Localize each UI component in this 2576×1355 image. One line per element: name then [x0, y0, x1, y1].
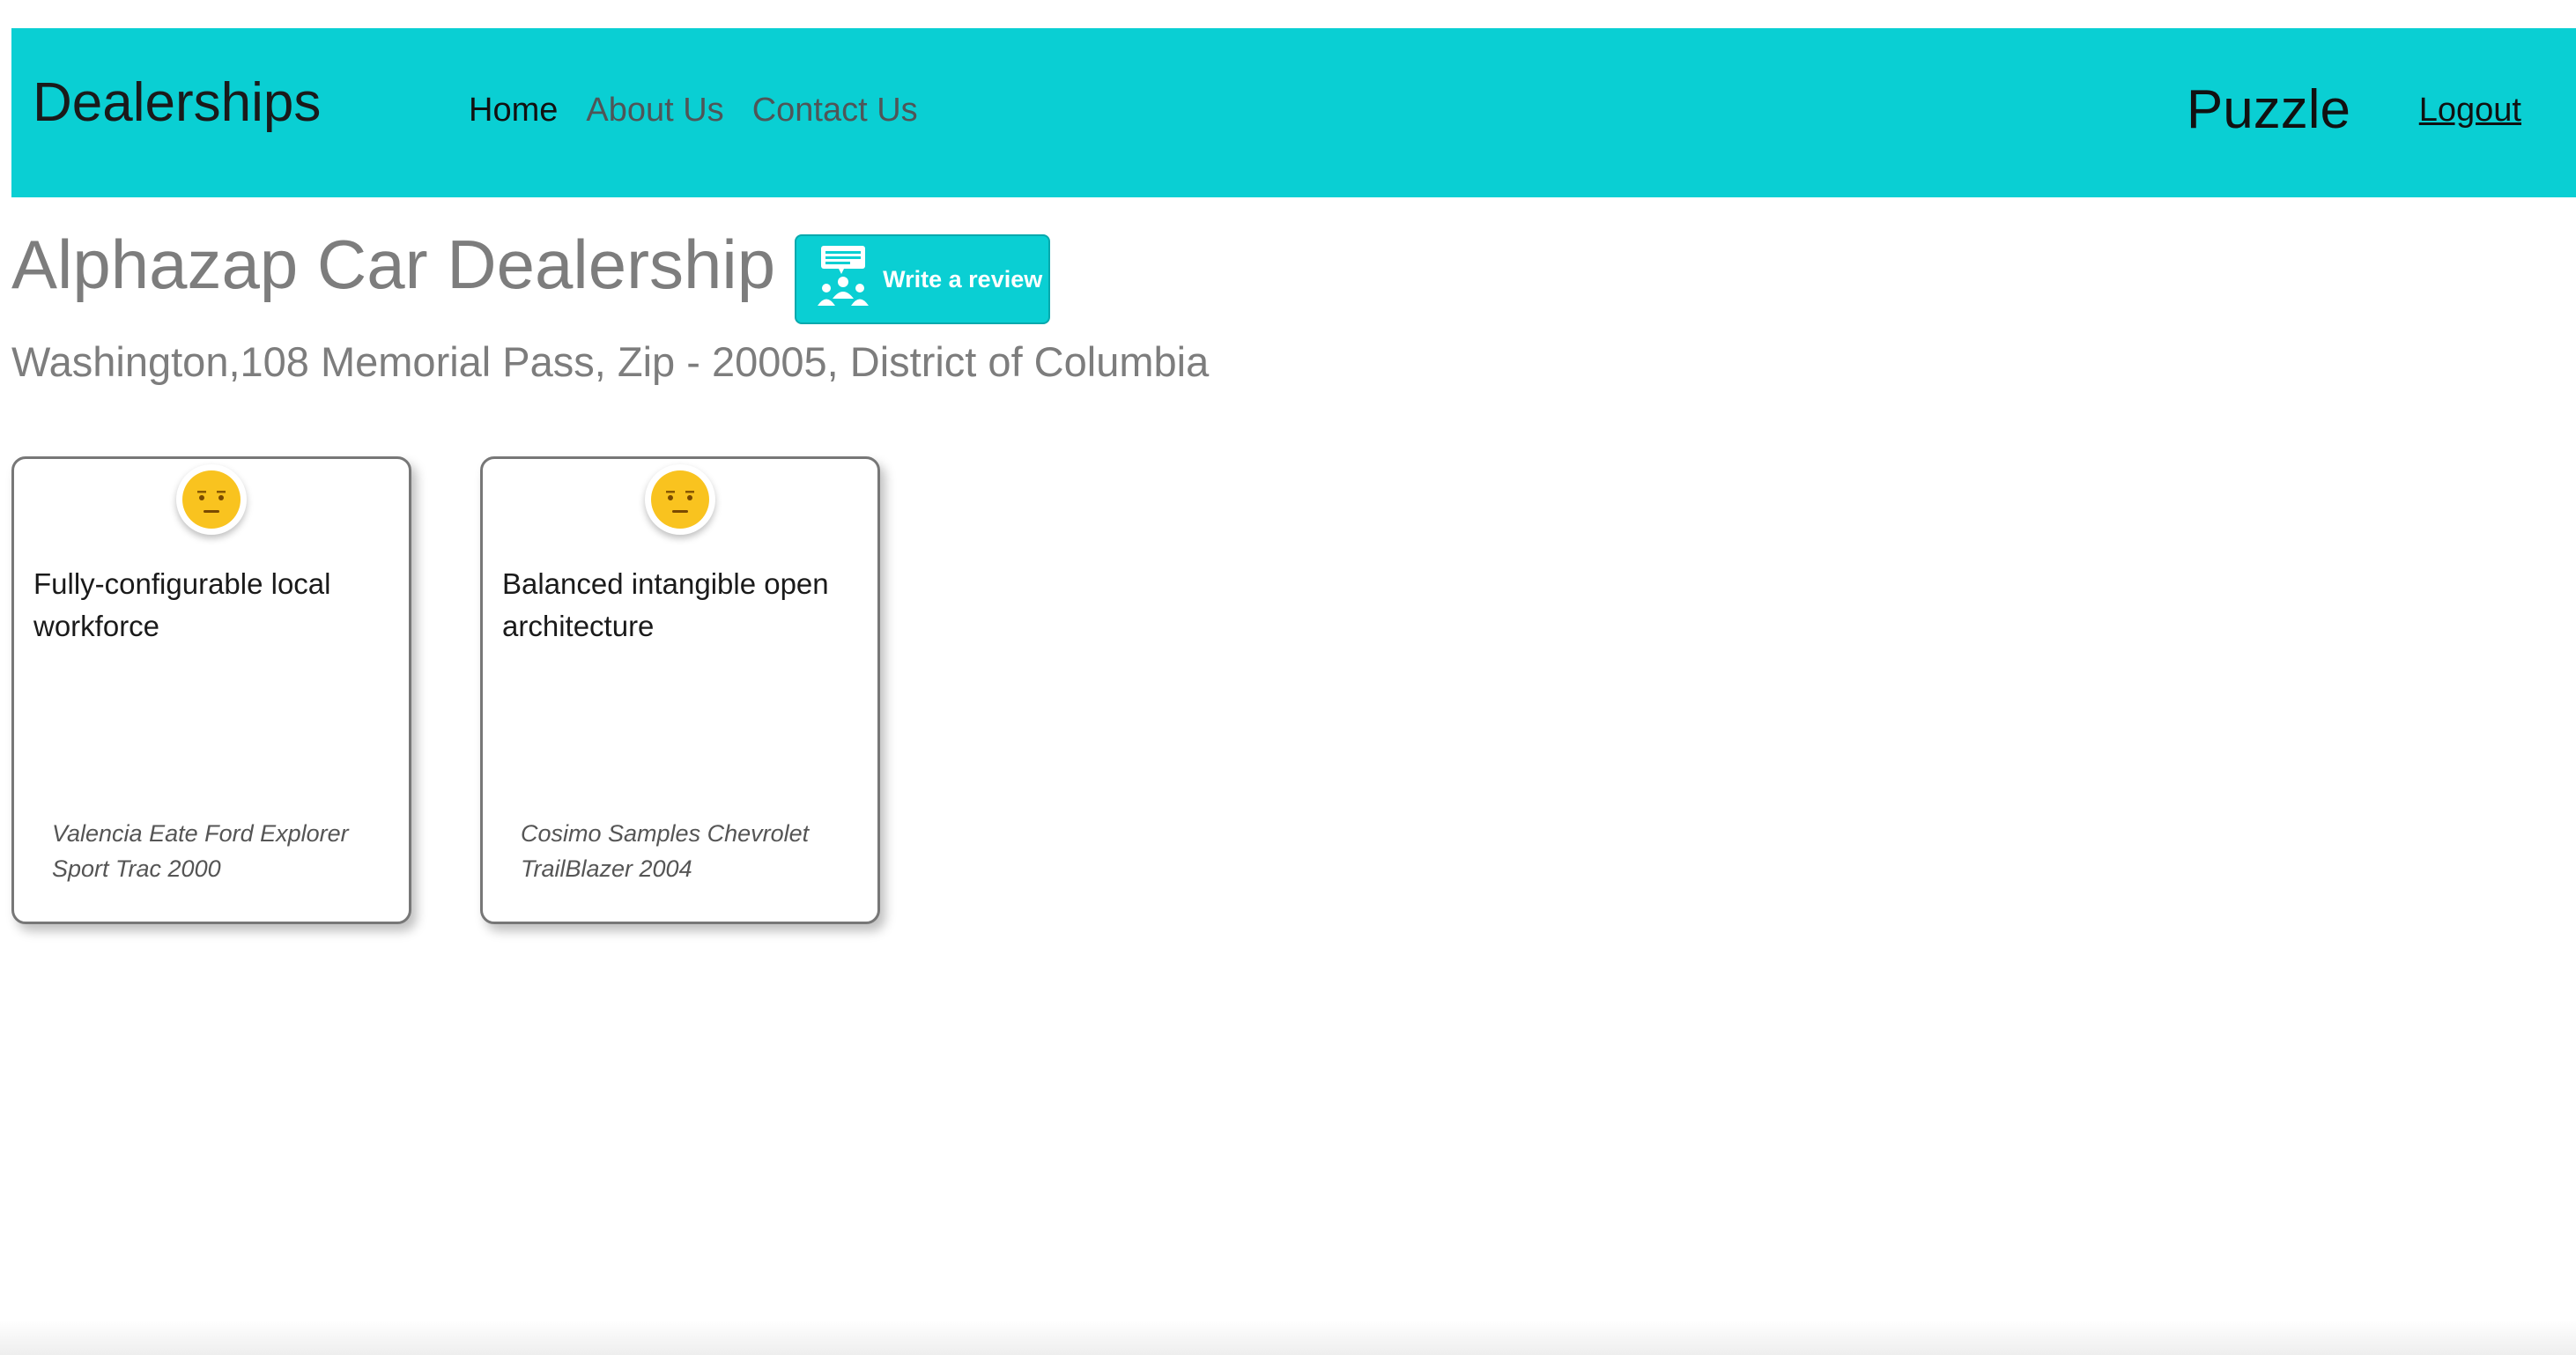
- navbar: Dealerships Home About Us Contact Us Puz…: [11, 28, 2576, 197]
- neutral-face-icon: [176, 464, 247, 535]
- review-text: Fully-configurable local workforce: [33, 567, 331, 642]
- nav-links: Home About Us Contact Us: [469, 93, 918, 127]
- write-review-button[interactable]: Write a review: [795, 234, 1051, 324]
- logout-link[interactable]: Logout: [2419, 93, 2521, 127]
- bottom-fade: [0, 1320, 2576, 1355]
- review-text: Balanced intangible open architecture: [502, 567, 829, 642]
- neutral-face-icon: [645, 464, 715, 535]
- dealer-header: Alphazap Car Dealership Write a review: [11, 226, 1051, 324]
- review-cards: Fully-configurable local workforce Valen…: [11, 456, 880, 924]
- review-card: Fully-configurable local workforce Valen…: [11, 456, 411, 924]
- reviewer-info: Valencia Eate Ford Explorer Sport Trac 2…: [52, 820, 349, 882]
- dealer-address: Washington,108 Memorial Pass, Zip - 2000…: [11, 338, 1210, 385]
- brand-title[interactable]: Dealerships: [33, 76, 321, 130]
- write-review-label: Write a review: [883, 265, 1043, 292]
- nav-link-home[interactable]: Home: [469, 93, 558, 127]
- review-card: Balanced intangible open architecture Co…: [480, 456, 880, 924]
- nav-link-contact-us[interactable]: Contact Us: [752, 93, 918, 127]
- people-speech-bubble-icon: [814, 244, 872, 315]
- reviewer-info: Cosimo Samples Chevrolet TrailBlazer 200…: [521, 820, 810, 882]
- username: Puzzle: [2186, 79, 2350, 140]
- nav-link-about-us[interactable]: About Us: [586, 93, 723, 127]
- page: Dealerships Home About Us Contact Us Puz…: [0, 0, 2576, 1355]
- dealer-name: Alphazap Car Dealership: [11, 226, 776, 303]
